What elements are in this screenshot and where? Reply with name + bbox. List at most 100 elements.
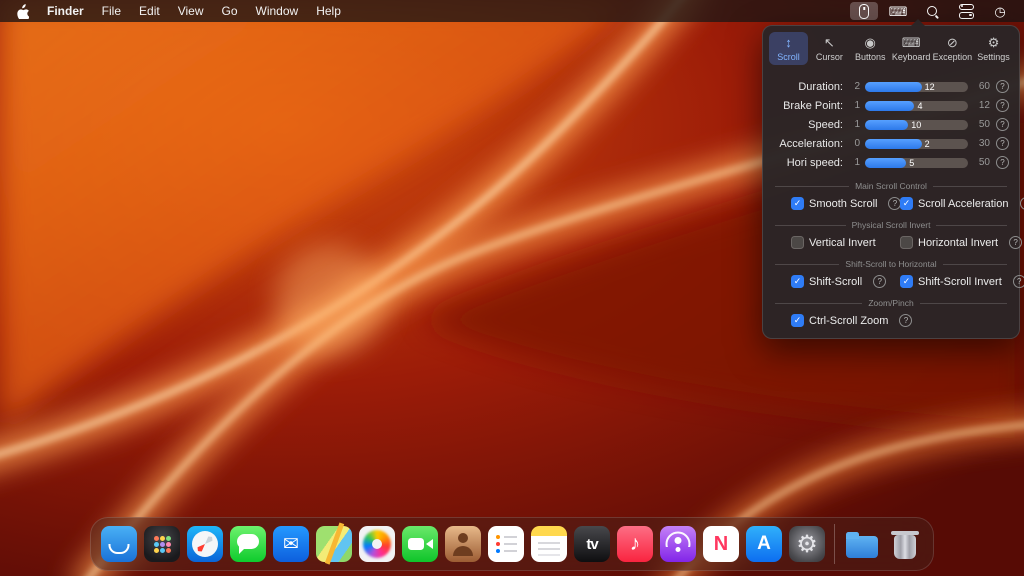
checkbox-label: Ctrl-Scroll Zoom (809, 315, 888, 327)
tab-label: Cursor (816, 52, 843, 62)
help-icon[interactable] (873, 275, 886, 288)
gear-icon: ⚙ (988, 36, 1000, 50)
exception-icon: ⊘ (947, 36, 958, 50)
checkbox-shift-scroll-invert[interactable]: Shift-Scroll Invert (900, 275, 1009, 288)
help-icon[interactable] (996, 156, 1009, 169)
toggles-icon (959, 4, 974, 19)
slider-max: 12 (973, 100, 990, 111)
checkbox-label: Shift-Scroll (809, 276, 862, 288)
checkbox-smooth-scroll[interactable]: Smooth Scroll (791, 197, 900, 210)
desktop: Finder File Edit View Go Window Help ⌨ ◷… (0, 0, 1024, 576)
menu-item-go[interactable]: Go (214, 2, 246, 20)
dock-item-notes[interactable] (531, 526, 567, 562)
clock-glyph: ◷ (994, 5, 1005, 18)
checkbox[interactable] (791, 314, 804, 327)
dock-item-messages[interactable] (230, 526, 266, 562)
dock-item-contacts[interactable] (445, 526, 481, 562)
checkbox[interactable] (900, 236, 913, 249)
menu-item-view[interactable]: View (170, 2, 212, 20)
dock-item-music[interactable] (617, 526, 653, 562)
checkbox[interactable] (791, 236, 804, 249)
dock-item-podcasts[interactable] (660, 526, 696, 562)
checkbox-scroll-acceleration[interactable]: Scroll Acceleration (900, 197, 1009, 210)
dock-item-app-store[interactable] (746, 526, 782, 562)
section-title: Shift-Scroll to Horizontal (845, 259, 936, 269)
tab-keyboard[interactable]: ⌨ Keyboard (892, 32, 931, 65)
menu-item-edit[interactable]: Edit (131, 2, 168, 20)
hori-speed-slider[interactable]: 5 (865, 158, 968, 168)
buttons-icon: ◉ (865, 36, 876, 50)
brake-point-slider[interactable]: 4 (865, 101, 968, 111)
help-icon[interactable] (1009, 236, 1022, 249)
tab-cursor[interactable]: ↖ Cursor (810, 32, 849, 65)
help-icon[interactable] (899, 314, 912, 327)
tab-label: Keyboard (892, 52, 931, 62)
dock-item-system-settings[interactable] (789, 526, 825, 562)
help-icon[interactable] (996, 137, 1009, 150)
slider-fill (865, 158, 906, 168)
checkbox[interactable] (900, 197, 913, 210)
mos-preferences-popover: ↕ Scroll ↖ Cursor ◉ Buttons ⌨ Keyboard ⊘… (762, 25, 1020, 339)
apple-menu[interactable] (12, 4, 37, 19)
dock-item-finder[interactable] (101, 526, 137, 562)
tab-scroll[interactable]: ↕ Scroll (769, 32, 808, 65)
dock-item-downloads[interactable] (844, 526, 880, 562)
dock-item-maps[interactable] (316, 526, 352, 562)
slider-value: 10 (911, 120, 921, 130)
tab-exception[interactable]: ⊘ Exception (933, 32, 973, 65)
help-icon[interactable] (1013, 275, 1024, 288)
tab-label: Scroll (777, 52, 800, 62)
dock-item-trash[interactable] (887, 526, 923, 562)
tab-settings[interactable]: ⚙ Settings (974, 32, 1013, 65)
duration-slider[interactable]: 12 (865, 82, 968, 92)
slider-label: Speed: (771, 119, 843, 131)
checkbox[interactable] (900, 275, 913, 288)
checkbox-label: Horizontal Invert (918, 237, 998, 249)
checkbox-label: Vertical Invert (809, 237, 876, 249)
dock-item-photos[interactable] (359, 526, 395, 562)
slider-max: 60 (973, 81, 990, 92)
menu-item-window[interactable]: Window (248, 2, 307, 20)
section-title: Main Scroll Control (855, 181, 927, 191)
clock-icon[interactable]: ◷ (986, 2, 1014, 20)
section-divider-main-scroll: Main Scroll Control (775, 181, 1007, 191)
slider-value: 2 (925, 139, 930, 149)
slider-value: 12 (925, 82, 935, 92)
acceleration-slider[interactable]: 2 (865, 139, 968, 149)
dock-item-mail[interactable] (273, 526, 309, 562)
dock-item-launchpad[interactable] (144, 526, 180, 562)
dock-item-reminders[interactable] (488, 526, 524, 562)
menu-item-help[interactable]: Help (308, 2, 349, 20)
mos-mouse-icon[interactable] (850, 2, 878, 20)
menu-bar: Finder File Edit View Go Window Help ⌨ ◷ (0, 0, 1024, 22)
menu-item-file[interactable]: File (94, 2, 129, 20)
tab-buttons[interactable]: ◉ Buttons (851, 32, 890, 65)
slider-min: 2 (848, 81, 860, 92)
control-center-icon[interactable] (952, 2, 980, 20)
menu-app-name[interactable]: Finder (39, 2, 92, 20)
slider-min: 0 (848, 138, 860, 149)
dock-item-news[interactable] (703, 526, 739, 562)
section-divider-shift-scroll: Shift-Scroll to Horizontal (775, 259, 1007, 269)
section-divider-physical-invert: Physical Scroll Invert (775, 220, 1007, 230)
checkbox[interactable] (791, 197, 804, 210)
help-icon[interactable] (996, 99, 1009, 112)
checkbox-horizontal-invert[interactable]: Horizontal Invert (900, 236, 1009, 249)
dock-item-tv[interactable] (574, 526, 610, 562)
slider-value: 4 (917, 101, 922, 111)
checkbox[interactable] (791, 275, 804, 288)
help-icon[interactable] (996, 118, 1009, 131)
checkbox-shift-scroll[interactable]: Shift-Scroll (791, 275, 900, 288)
checkbox-ctrl-scroll-zoom[interactable]: Ctrl-Scroll Zoom (791, 314, 900, 327)
slider-row-hori-speed: Hori speed: 1 5 50 (771, 153, 1009, 172)
dock-item-safari[interactable] (187, 526, 223, 562)
keyboard-icon[interactable]: ⌨ (884, 2, 912, 20)
help-icon[interactable] (996, 80, 1009, 93)
spotlight-icon[interactable] (918, 2, 946, 20)
checkbox-vertical-invert[interactable]: Vertical Invert (791, 236, 900, 249)
slider-label: Hori speed: (771, 157, 843, 169)
slider-min: 1 (848, 119, 860, 130)
section-title: Physical Scroll Invert (852, 220, 931, 230)
speed-slider[interactable]: 10 (865, 120, 968, 130)
dock-item-facetime[interactable] (402, 526, 438, 562)
